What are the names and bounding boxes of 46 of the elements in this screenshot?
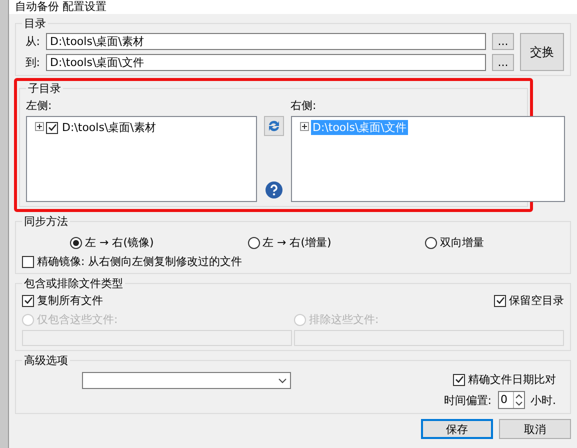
group-title: 高级选项 bbox=[23, 353, 69, 368]
field-label: 到: bbox=[24, 55, 40, 70]
expand-icon[interactable] bbox=[300, 121, 308, 134]
radio-button[interactable] bbox=[248, 236, 260, 248]
checkbox[interactable] bbox=[46, 122, 58, 134]
caret-icon[interactable] bbox=[278, 378, 287, 384]
browse-button[interactable]: ... bbox=[492, 54, 514, 71]
number-spinner[interactable]: 0 bbox=[498, 391, 524, 409]
side-label: 左侧: bbox=[26, 98, 53, 113]
option-label: 左 → 右(增量) bbox=[262, 235, 332, 250]
expand-icon[interactable] bbox=[35, 121, 44, 134]
checkbox[interactable] bbox=[494, 294, 506, 306]
radio-button[interactable] bbox=[425, 236, 437, 248]
field-label: 从: bbox=[24, 34, 40, 49]
save-button[interactable]: 保存 bbox=[421, 419, 493, 439]
dropdown[interactable] bbox=[82, 372, 291, 389]
group-title: 包含或排除文件类型 bbox=[23, 276, 124, 291]
group-title: 子目录 bbox=[27, 81, 62, 96]
group-title: 同步方法 bbox=[23, 214, 69, 229]
tree-item[interactable]: D:\tools\桌面\素材 bbox=[60, 120, 158, 135]
field-label: 时间偏置: bbox=[444, 392, 492, 408]
folder-tree[interactable]: D:\tools\桌面\素材 bbox=[26, 116, 256, 202]
pattern-field[interactable] bbox=[22, 330, 292, 346]
option-label: 保留空目录 bbox=[509, 293, 564, 308]
swap-button[interactable]: 交换 bbox=[520, 33, 564, 71]
group-title: 目录 bbox=[23, 16, 47, 31]
cancel-button[interactable]: 取消 bbox=[499, 419, 571, 439]
path-field[interactable]: D:\tools\桌面\文件 bbox=[46, 54, 486, 71]
option-label: 左 → 右(镜像) bbox=[85, 235, 154, 250]
window-title: 自动备份 配置设置 bbox=[15, 0, 106, 14]
browse-button[interactable]: ... bbox=[492, 33, 514, 50]
pattern-field[interactable] bbox=[294, 330, 564, 346]
checkbox[interactable] bbox=[22, 256, 34, 268]
option-label: 复制所有文件 bbox=[37, 293, 103, 308]
unit-label: 小时. bbox=[530, 392, 556, 408]
option-label: 精确文件日期比对 bbox=[468, 372, 556, 387]
checkbox[interactable] bbox=[22, 294, 34, 306]
side-label: 右侧: bbox=[290, 98, 318, 113]
option-label: 仅包含这些文件: bbox=[37, 312, 118, 327]
radio-button[interactable] bbox=[70, 236, 82, 248]
checkbox[interactable] bbox=[453, 374, 465, 386]
option-label: 精确镜像: 从右侧向左侧复制修改过的文件 bbox=[37, 254, 242, 269]
option-label: 双向增量 bbox=[440, 235, 484, 250]
path-field[interactable]: D:\tools\桌面\素材 bbox=[46, 33, 486, 50]
option-label: 排除这些文件: bbox=[309, 312, 379, 327]
refresh-icon[interactable] bbox=[264, 116, 284, 139]
